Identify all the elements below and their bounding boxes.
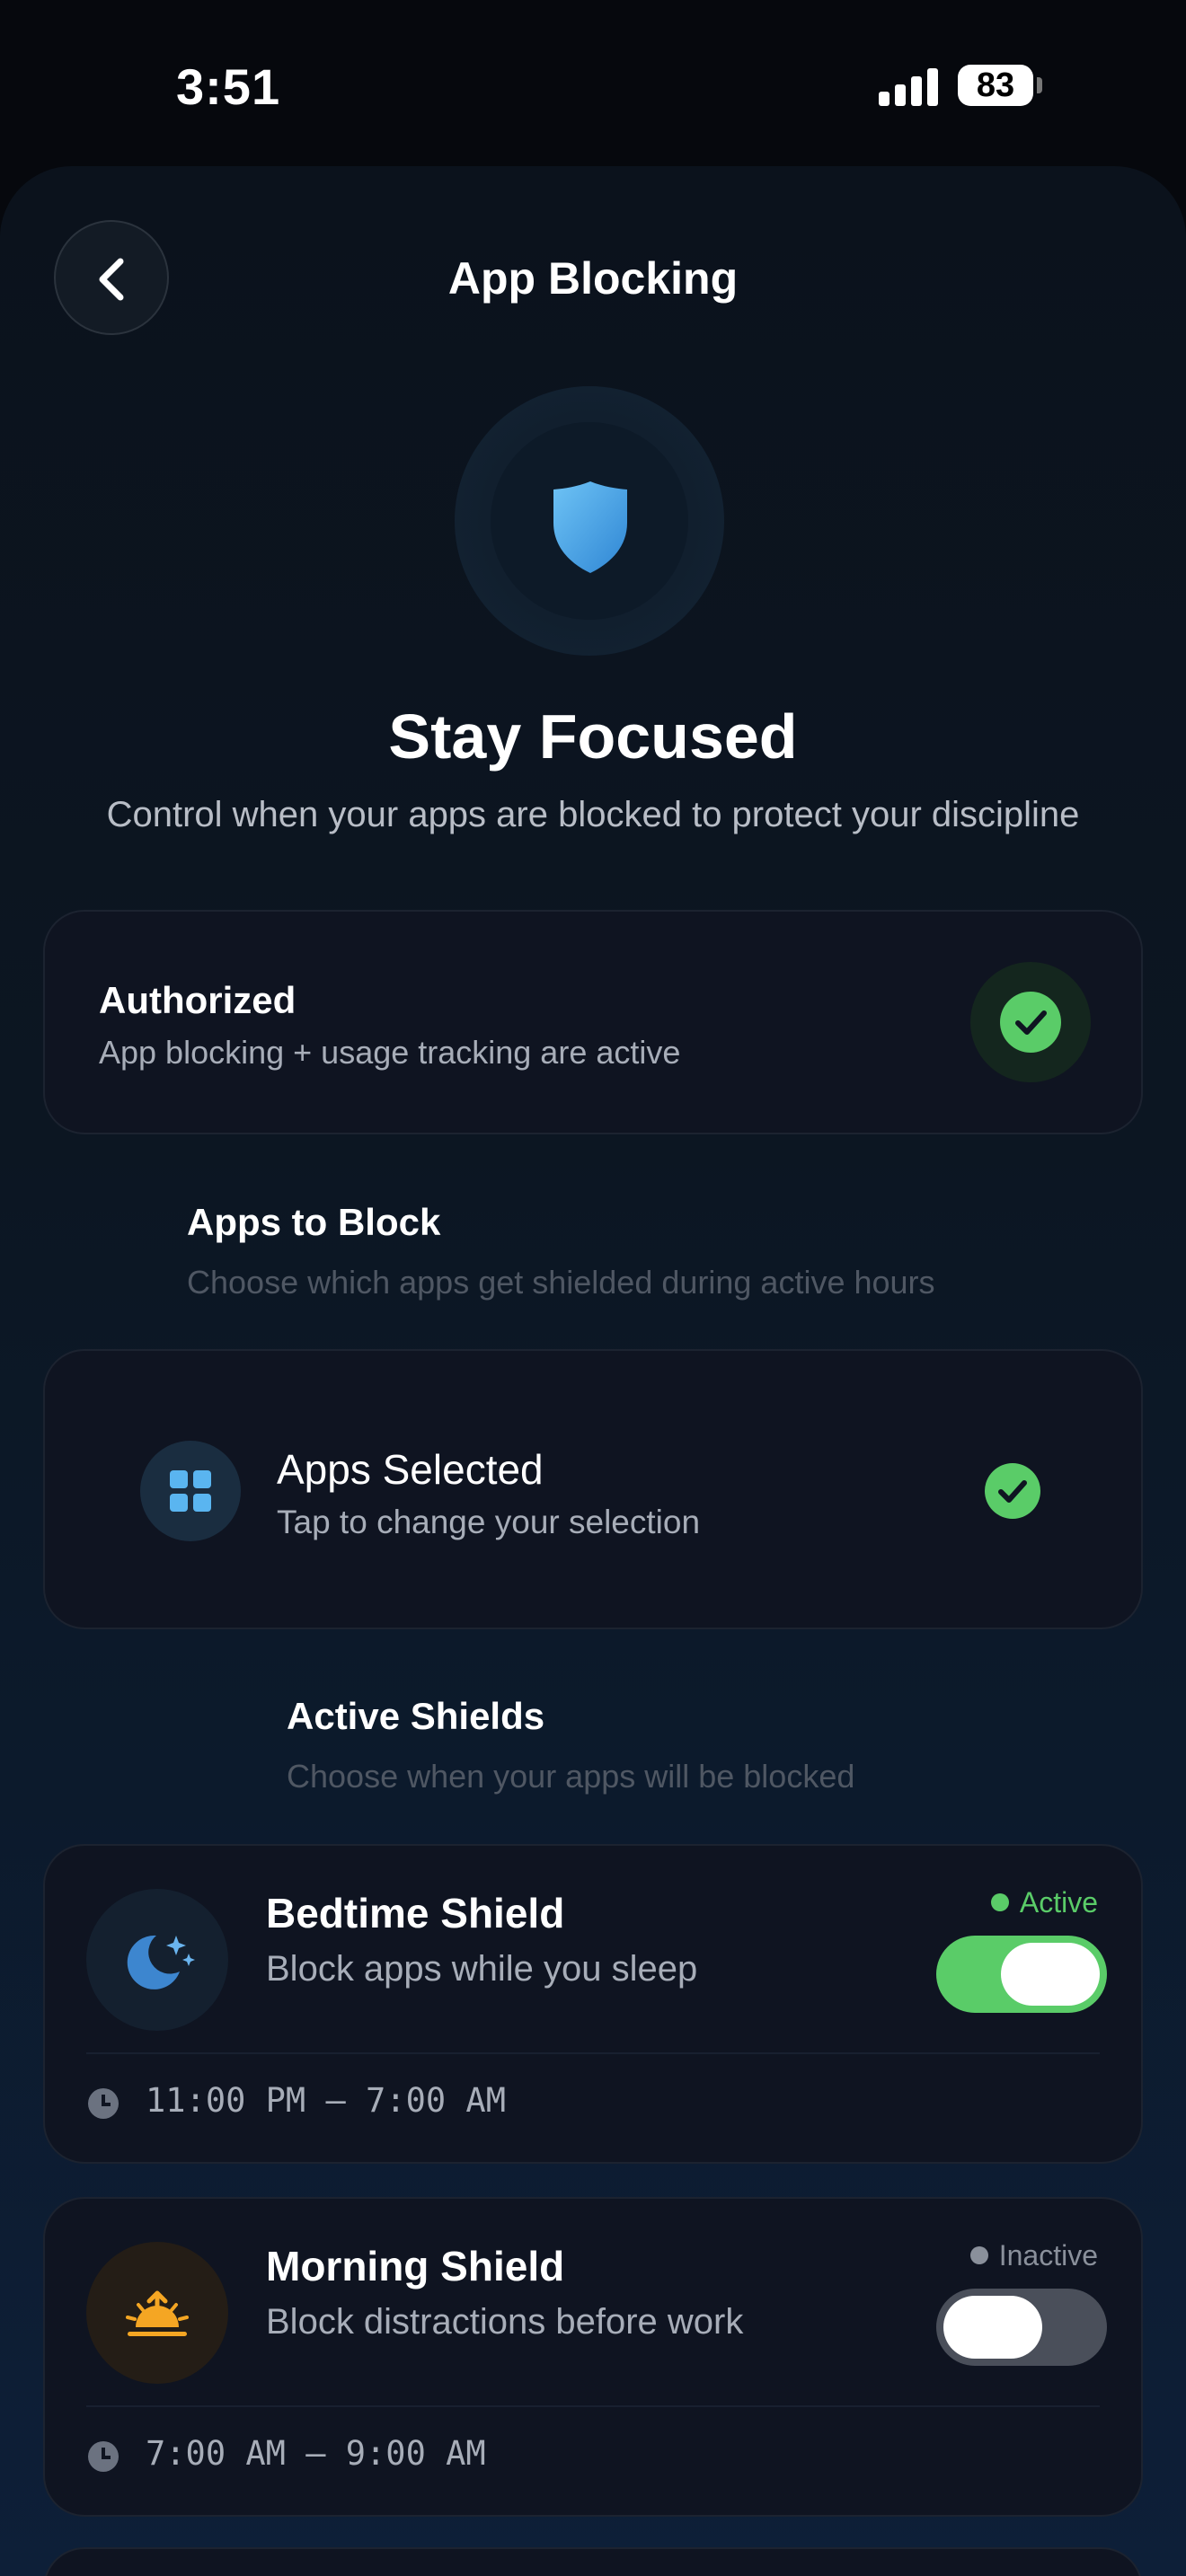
bedtime-shield-card[interactable]: Bedtime Shield Block apps while you slee… [43,1844,1143,2164]
status-bar: 3:51 83 [0,0,1186,171]
shield-time-range: 11:00 PM – 7:00 AM [146,2081,506,2120]
apps-section-title: Apps to Block [187,1201,441,1243]
status-time: 3:51 [176,58,281,115]
shield-time-range: 7:00 AM – 9:00 AM [146,2434,486,2473]
status-dot [990,1893,1009,1911]
page-title: App Blocking [447,253,739,304]
morning-icon-circle [86,2242,228,2384]
status-dot [969,2246,988,2264]
apps-selected-title: Apps Selected [277,1446,544,1493]
authorization-subtitle: App blocking + usage tracking are active [99,1034,681,1071]
clock-icon [88,2441,119,2472]
grid-icon [170,1470,211,1512]
apps-section-subtitle: Choose which apps get shielded during ac… [187,1264,935,1301]
hero-title: Stay Focused [388,701,798,772]
shields-section-subtitle: Choose when your apps will be blocked [287,1758,855,1795]
toggle-knob [1001,1943,1100,2006]
status-label: Active [1019,1886,1098,1919]
hero-icon-container [455,386,724,656]
bedtime-shield-toggle[interactable] [936,1936,1107,2013]
shields-section-title: Active Shields [287,1695,545,1737]
shield-icon [553,481,627,573]
authorization-card: Authorized App blocking + usage tracking… [43,910,1143,1134]
apps-selected-subtitle: Tap to change your selection [277,1504,701,1540]
status-badge: Inactive [969,2239,1098,2272]
morning-shield-toggle[interactable] [936,2289,1107,2366]
checkmark-icon [1000,992,1061,1053]
clock-icon [88,2088,119,2119]
shield-title: Bedtime Shield [266,1890,565,1936]
hero-subtitle: Control when your apps are blocked to pr… [106,795,1080,834]
cellular-signal-icon [879,66,938,106]
battery-icon: 83 [958,65,1033,106]
battery-tip [1037,77,1042,93]
toggle-knob [943,2296,1042,2359]
checkmark-icon [985,1463,1040,1519]
next-shield-card[interactable] [43,2547,1143,2576]
morning-shield-card[interactable]: Morning Shield Block distractions before… [43,2197,1143,2517]
status-badge: Active [990,1886,1098,1919]
apps-selection-card[interactable]: Apps Selected Tap to change your selecti… [43,1349,1143,1629]
authorization-title: Authorized [99,979,296,1021]
authorized-badge [970,962,1091,1082]
shield-title: Morning Shield [266,2243,565,2289]
apps-icon-circle [140,1441,241,1541]
status-label: Inactive [998,2239,1098,2272]
divider [86,2052,1100,2054]
bedtime-icon-circle [86,1889,228,2031]
divider [86,2405,1100,2407]
moon-stars-icon [127,1935,195,1989]
sunrise-icon [126,2290,189,2336]
app-blocking-sheet: App Blocking Stay Focused Control when y… [0,166,1186,2576]
shield-description: Block apps while you sleep [266,1949,698,1989]
shield-description: Block distractions before work [266,2302,744,2342]
